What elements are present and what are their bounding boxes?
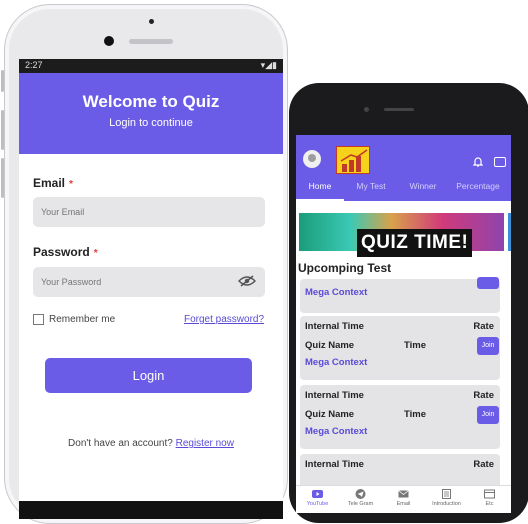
remember-checkbox[interactable] — [33, 314, 44, 325]
nav-email-label: Email — [396, 501, 411, 507]
app-header: Home My Test Winner Percentage — [296, 135, 511, 201]
login-button[interactable]: Login — [45, 358, 252, 393]
side-button — [1, 70, 4, 92]
email-field[interactable] — [33, 197, 265, 227]
test-card[interactable]: Internal Time Rate Quiz Name Time Join M… — [300, 316, 500, 380]
forget-password-link[interactable]: Forget password? — [184, 314, 264, 325]
password-label: Password * — [33, 245, 98, 259]
rate-label: Rate — [473, 390, 494, 401]
tab-winner[interactable]: Winner — [398, 181, 448, 201]
register-prompt: Don't have an account? Register now — [19, 438, 283, 449]
mega-context-label: Mega Context — [305, 287, 368, 298]
status-icons: ▾◢▮ — [260, 60, 277, 70]
banner-text: QUIZ TIME! — [357, 229, 473, 257]
join-button[interactable]: Join — [477, 337, 499, 355]
nav-telegram[interactable]: Tele Gram — [339, 486, 382, 513]
side-button — [1, 158, 4, 198]
nav-introduction-label: Introduction — [432, 501, 461, 507]
nav-etc-label: Etc — [485, 501, 494, 507]
side-button — [1, 110, 4, 150]
window-icon — [484, 489, 495, 499]
rate-label: Rate — [473, 459, 494, 470]
mega-context-label: Mega Context — [305, 426, 368, 437]
email-icon — [398, 490, 409, 498]
no-account-text: Don't have an account? — [68, 438, 173, 449]
join-button[interactable] — [477, 277, 499, 289]
quiz-name-label: Quiz Name — [305, 409, 355, 420]
status-bar: 2:27 ▾◢▮ — [19, 59, 283, 73]
mega-context-label: Mega Context — [305, 357, 368, 368]
telegram-icon — [355, 489, 366, 499]
earpiece-speaker — [129, 39, 173, 44]
internal-time-label: Internal Time — [305, 459, 364, 470]
welcome-subtitle: Login to continue — [109, 117, 193, 129]
email-label-text: Email — [33, 176, 66, 190]
password-field[interactable] — [33, 267, 265, 297]
nav-etc[interactable]: Etc — [468, 486, 511, 513]
nav-email[interactable]: Email — [382, 486, 425, 513]
bell-icon[interactable] — [473, 156, 483, 167]
tab-home[interactable]: Home — [296, 181, 344, 201]
test-card[interactable]: Mega Context — [300, 277, 500, 313]
test-card[interactable]: Internal Time Rate Quiz Name Time Join M… — [300, 385, 500, 449]
home-screen: Home My Test Winner Percentage QUIZ TIME… — [296, 135, 511, 513]
nav-telegram-label: Tele Gram — [347, 501, 374, 507]
password-label-text: Password — [33, 245, 90, 259]
system-nav-bar — [19, 501, 283, 519]
internal-time-label: Internal Time — [305, 321, 364, 332]
status-time: 2:27 — [25, 60, 43, 70]
earpiece-speaker — [384, 108, 414, 111]
quiz-name-label: Quiz Name — [305, 340, 355, 351]
home-content: QUIZ TIME! Upcomping Test Mega Context I… — [296, 201, 511, 494]
required-mark: * — [69, 179, 73, 190]
front-camera — [104, 36, 114, 46]
time-label: Time — [404, 409, 427, 420]
join-button[interactable]: Join — [477, 406, 499, 424]
login-screen: 2:27 ▾◢▮ Welcome to Quiz Login to contin… — [19, 59, 283, 519]
quiz-banner[interactable]: QUIZ TIME! — [299, 213, 504, 257]
nav-youtube-label: YouTube — [306, 501, 329, 507]
camera-dot — [149, 19, 154, 24]
document-icon — [442, 489, 451, 499]
app-logo — [336, 146, 370, 174]
rate-label: Rate — [473, 321, 494, 332]
next-banner-peek — [508, 213, 511, 251]
register-link[interactable]: Register now — [176, 438, 234, 449]
remember-label: Remember me — [49, 314, 116, 325]
email-label: Email * — [33, 176, 73, 190]
login-header: 2:27 ▾◢▮ Welcome to Quiz Login to contin… — [19, 59, 283, 154]
bottom-nav: YouTube Tele Gram Email Introduction Etc — [296, 485, 511, 513]
avatar[interactable] — [303, 150, 321, 168]
time-label: Time — [404, 340, 427, 351]
front-camera — [364, 107, 369, 112]
tab-my-test[interactable]: My Test — [344, 181, 398, 201]
required-mark: * — [93, 248, 98, 259]
wallet-icon[interactable] — [494, 157, 506, 167]
welcome-title: Welcome to Quiz — [82, 92, 220, 111]
eye-slash-icon[interactable] — [238, 275, 256, 287]
bar-chart-logo-icon — [340, 149, 368, 172]
nav-introduction[interactable]: Introduction — [425, 486, 468, 513]
internal-time-label: Internal Time — [305, 390, 364, 401]
tab-percentage[interactable]: Percentage — [448, 181, 508, 201]
section-title: Upcomping Test — [298, 261, 392, 275]
nav-youtube[interactable]: YouTube — [296, 486, 339, 513]
tab-bar: Home My Test Winner Percentage — [296, 181, 511, 201]
youtube-icon — [312, 490, 323, 498]
